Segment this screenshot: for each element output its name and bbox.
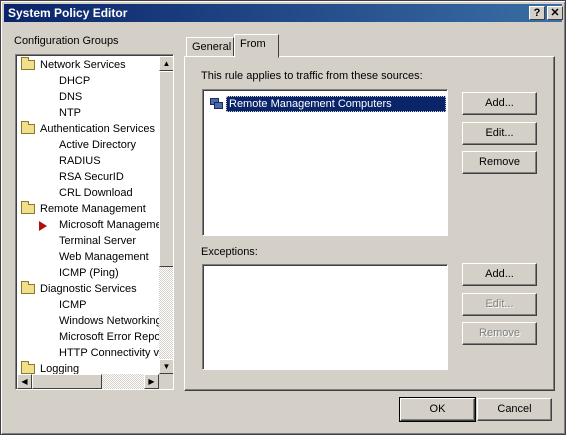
tree-leaf-item[interactable]: Microsoft Manageme	[16, 217, 162, 233]
tree-item-label: RADIUS	[59, 155, 101, 167]
source-remove-button[interactable]: Remove	[462, 151, 537, 174]
tree-leaf-item[interactable]: RADIUS	[16, 153, 159, 169]
tree-item-label: Terminal Server	[59, 235, 137, 247]
tree-leaf-item[interactable]: CRL Download	[16, 185, 159, 201]
close-button[interactable]: ✕	[547, 6, 563, 20]
sources-label: This rule applies to traffic from these …	[201, 70, 423, 82]
tree-item-label: HTTP Connectivity ve	[59, 347, 166, 359]
exception-add-button[interactable]: Add...	[462, 263, 537, 286]
tree-group-item[interactable]: Diagnostic Services	[16, 281, 159, 297]
selected-arrow-icon	[39, 221, 47, 231]
tree-vertical-scroll-thumb[interactable]	[159, 71, 173, 267]
scroll-down-arrow-icon[interactable]: ▼	[159, 359, 173, 374]
tree-item-label: RSA SecurID	[59, 171, 124, 183]
tree-leaf-item[interactable]: Active Directory	[16, 137, 159, 153]
list-item[interactable]: Remote Management Computers	[209, 96, 446, 112]
tree-item-label: DHCP	[59, 75, 91, 87]
tree-item-label: NTP	[59, 107, 81, 119]
tree-leaf-item[interactable]: DNS	[16, 89, 159, 105]
exception-remove-button[interactable]: Remove	[462, 322, 537, 345]
source-item-label: Remote Management Computers	[226, 96, 446, 112]
tree-item-label: ICMP	[59, 299, 87, 311]
window-title: System Policy Editor	[8, 6, 128, 20]
tree-item-label: Network Services	[40, 59, 126, 71]
tree-horizontal-scrollbar[interactable]: ◀ ▶	[17, 374, 159, 389]
help-button[interactable]: ?	[529, 6, 545, 20]
scrollbar-corner	[159, 374, 173, 389]
tree-item-label: DNS	[59, 91, 83, 103]
source-edit-button[interactable]: Edit...	[462, 122, 537, 145]
tab-from[interactable]: From	[234, 34, 279, 58]
exception-edit-button[interactable]: Edit...	[462, 293, 537, 316]
configuration-groups-tree[interactable]: Network Services DHCP DNS NTP Authentication…	[15, 54, 174, 390]
scroll-right-arrow-icon[interactable]: ▶	[144, 374, 159, 389]
exceptions-label: Exceptions:	[201, 246, 258, 258]
tree-leaf-item[interactable]: Microsoft Error Repo	[16, 329, 161, 345]
tab-general[interactable]: General	[186, 37, 234, 57]
ok-button[interactable]: OK	[399, 397, 476, 422]
tree-leaf-item[interactable]: Terminal Server	[16, 233, 159, 249]
tree-item-label: Microsoft Error Repo	[59, 331, 161, 343]
sources-list[interactable]: Remote Management Computers	[202, 89, 448, 236]
folder-icon	[21, 57, 35, 70]
tree-item-label: Microsoft Manageme	[59, 219, 162, 231]
tree-leaf-item[interactable]: HTTP Connectivity ve	[16, 345, 165, 361]
tree-item-label: Diagnostic Services	[40, 283, 137, 295]
tree-item-label: CRL Download	[59, 187, 133, 199]
tree-leaf-item[interactable]: ICMP (Ping)	[16, 265, 159, 281]
computers-icon	[209, 98, 225, 110]
tree-leaf-item[interactable]: ICMP	[16, 297, 159, 313]
folder-icon	[21, 201, 35, 214]
tree-item-label: Active Directory	[59, 139, 137, 151]
tree-group-item[interactable]: Authentication Services	[16, 121, 159, 137]
scroll-left-arrow-icon[interactable]: ◀	[17, 374, 32, 389]
title-bar: System Policy Editor ? ✕	[4, 4, 563, 22]
tree-leaf-item[interactable]: Windows Networking	[16, 313, 162, 329]
folder-icon	[21, 121, 35, 134]
folder-icon	[21, 281, 35, 294]
tree-group-item[interactable]: Network Services	[16, 57, 159, 73]
scroll-up-arrow-icon[interactable]: ▲	[159, 56, 173, 71]
folder-icon	[21, 361, 35, 374]
tree-item-label: Web Management	[59, 251, 149, 263]
tree-leaf-item[interactable]: NTP	[16, 105, 159, 121]
tree-item-label: Remote Management	[40, 203, 146, 215]
tree-leaf-item[interactable]: Web Management	[16, 249, 159, 265]
tree-vertical-scrollbar[interactable]: ▲ ▼	[159, 56, 173, 374]
system-policy-editor-window: System Policy Editor ? ✕ Configuration G…	[0, 0, 566, 435]
source-add-button[interactable]: Add...	[462, 92, 537, 115]
tree-item-label: ICMP (Ping)	[59, 267, 119, 279]
tree-leaf-item[interactable]: DHCP	[16, 73, 159, 89]
exceptions-list[interactable]	[202, 264, 448, 370]
tree-group-item[interactable]: Remote Management	[16, 201, 159, 217]
tree-item-label: Authentication Services	[40, 123, 155, 135]
configuration-groups-label: Configuration Groups	[14, 35, 119, 47]
tree-horizontal-scroll-thumb[interactable]	[32, 374, 102, 389]
cancel-button[interactable]: Cancel	[477, 398, 552, 421]
tree-leaf-item[interactable]: RSA SecurID	[16, 169, 159, 185]
tree-item-label: Windows Networking	[59, 315, 162, 327]
